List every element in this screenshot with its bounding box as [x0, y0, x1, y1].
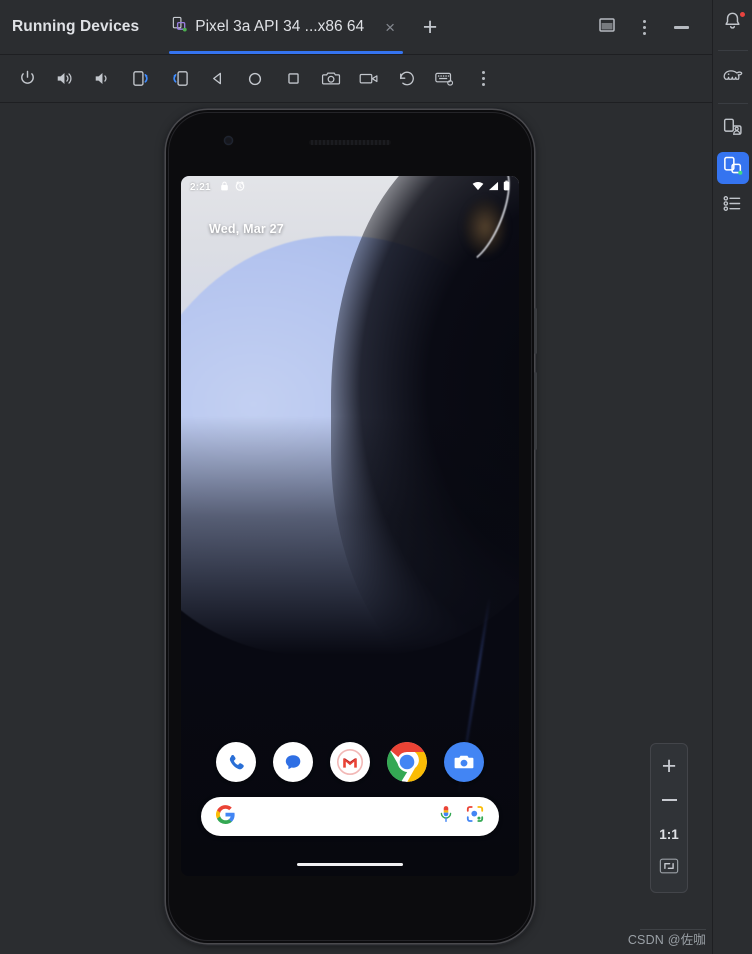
gradle-elephant-icon — [722, 65, 744, 90]
toolbar-more-button[interactable] — [464, 60, 502, 98]
device-volume-side-button[interactable] — [534, 372, 537, 450]
keyboard-icon — [434, 69, 456, 88]
tab-strip: Pixel 3a API 34 ...x86 64 × + — [161, 0, 445, 54]
running-devices-button[interactable] — [716, 152, 749, 184]
google-search-bar[interactable] — [201, 797, 499, 836]
split-window-button[interactable] — [592, 12, 622, 42]
minimize-button[interactable] — [666, 12, 696, 42]
vertical-dots-icon — [642, 19, 646, 23]
device-canvas[interactable]: 2:21 Wed, Mar 27 + 1:1 — [0, 103, 712, 954]
tab-pixel-3a-api-34[interactable]: Pixel 3a API 34 ...x86 64 × — [161, 0, 407, 54]
date-widget[interactable]: Wed, Mar 27 — [209, 222, 284, 236]
back-triangle-icon — [209, 70, 226, 87]
earpiece-speaker — [309, 140, 391, 145]
alarm-clock-icon — [235, 178, 245, 196]
volume-up-icon — [55, 69, 75, 88]
device-phone-icon — [171, 16, 188, 38]
minus-icon — [661, 799, 677, 801]
emulator-toolbar — [0, 55, 712, 103]
google-g-icon — [216, 804, 235, 829]
phone-app-icon[interactable] — [216, 742, 256, 782]
rotate-right-button[interactable] — [160, 60, 198, 98]
messages-app-icon[interactable] — [273, 742, 313, 782]
notification-badge — [738, 11, 746, 18]
device-frame: 2:21 Wed, Mar 27 — [166, 110, 537, 943]
screenshot-button[interactable] — [312, 60, 350, 98]
video-camera-icon — [358, 69, 380, 88]
running-devices-icon — [722, 155, 743, 181]
home-circle-icon — [246, 70, 264, 88]
device-manager-button[interactable] — [717, 114, 749, 146]
android-studio-running-devices-window: Running Devices Pixel 3a API 34 ...x86 6… — [0, 0, 752, 954]
rotate-right-icon — [169, 69, 190, 88]
bullet-list-icon — [722, 193, 743, 219]
volume-down-icon — [93, 69, 113, 88]
status-bar-clock: 2:21 — [190, 181, 211, 193]
rail-divider — [717, 103, 748, 104]
signal-bars-icon — [488, 178, 499, 196]
back-button[interactable] — [198, 60, 236, 98]
close-icon[interactable]: × — [381, 17, 399, 38]
device-power-side-button[interactable] — [534, 308, 537, 354]
watermark-text: CSDN @佐咖 — [627, 933, 706, 947]
front-camera-lens — [224, 136, 233, 145]
gradle-button[interactable] — [717, 61, 749, 93]
split-window-icon — [598, 16, 616, 39]
minimize-icon — [673, 25, 689, 29]
camera-icon — [321, 69, 342, 88]
tab-label: Pixel 3a API 34 ...x86 64 — [195, 18, 365, 35]
vertical-dots-icon — [473, 68, 493, 90]
wifi-icon — [472, 178, 484, 196]
home-button[interactable] — [236, 60, 274, 98]
power-button[interactable] — [8, 60, 46, 98]
gmail-app-icon[interactable] — [330, 742, 370, 782]
actual-size-button[interactable]: 1:1 — [652, 818, 686, 850]
status-bar: 2:21 — [181, 176, 519, 198]
battery-icon — [503, 178, 510, 196]
power-icon — [18, 69, 37, 88]
page-title: Running Devices — [12, 18, 140, 35]
overview-button[interactable] — [274, 60, 312, 98]
rotate-left-icon — [131, 69, 152, 88]
notifications-button[interactable] — [717, 8, 749, 40]
lock-icon — [220, 178, 229, 196]
right-tool-rail — [712, 0, 752, 954]
google-lens-icon[interactable] — [466, 805, 484, 828]
volume-down-button[interactable] — [84, 60, 122, 98]
new-tab-button[interactable]: + — [415, 12, 445, 42]
more-options-button[interactable] — [634, 16, 654, 38]
history-rotate-icon — [397, 69, 417, 88]
zoom-control-panel: + 1:1 — [650, 743, 688, 893]
fit-to-screen-button[interactable] — [652, 852, 686, 884]
record-button[interactable] — [350, 60, 388, 98]
tool-window-header: Running Devices Pixel 3a API 34 ...x86 6… — [0, 0, 712, 55]
chrome-app-icon[interactable] — [387, 742, 427, 782]
device-screen[interactable]: 2:21 Wed, Mar 27 — [181, 176, 519, 876]
device-manager-icon — [722, 117, 743, 143]
dock — [181, 742, 519, 782]
snapshot-button[interactable] — [388, 60, 426, 98]
zoom-out-button[interactable] — [652, 784, 686, 816]
window-controls — [592, 12, 712, 42]
overview-square-icon — [285, 70, 302, 87]
microphone-icon[interactable] — [438, 805, 454, 829]
camera-app-icon[interactable] — [444, 742, 484, 782]
rotate-left-button[interactable] — [122, 60, 160, 98]
hardware-input-button[interactable] — [426, 60, 464, 98]
rail-divider — [717, 50, 748, 51]
fit-to-screen-icon — [658, 856, 680, 881]
zoom-in-button[interactable]: + — [652, 750, 686, 782]
volume-up-button[interactable] — [46, 60, 84, 98]
home-gesture-bar[interactable] — [297, 862, 403, 866]
device-explorer-button[interactable] — [717, 190, 749, 222]
